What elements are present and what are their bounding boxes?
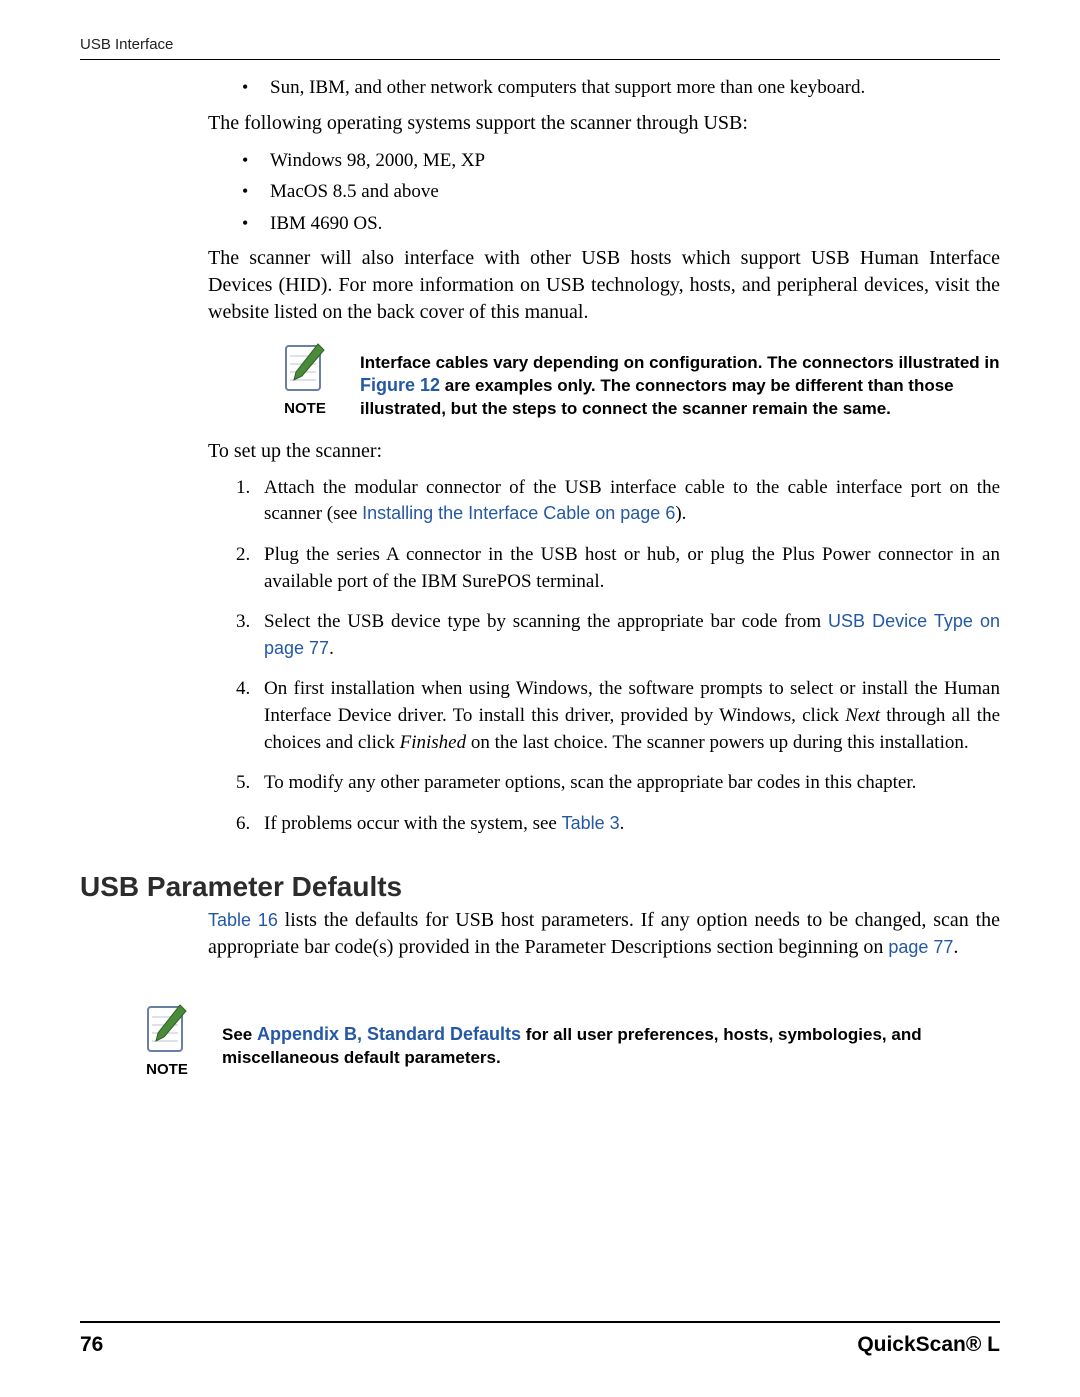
hid-paragraph: The scanner will also interface with oth… [208, 245, 1000, 326]
step-text: . [620, 813, 625, 834]
step-item: If problems occur with the system, see T… [236, 811, 1000, 838]
figure-12-link[interactable]: Figure 12 [360, 375, 440, 395]
section-heading-usb-defaults: USB Parameter Defaults [80, 871, 1000, 903]
step-text: ). [675, 503, 686, 524]
list-item: MacOS 8.5 and above [242, 178, 1000, 206]
note-icon-wrap: NOTE [130, 1001, 204, 1078]
page-footer: 76 QuickScan® L [80, 1321, 1000, 1357]
list-item: Sun, IBM, and other network computers th… [242, 74, 1000, 102]
note-label: NOTE [268, 400, 342, 417]
paragraph-text: lists the defaults for USB host paramete… [208, 909, 1000, 958]
note-block: NOTE See Appendix B, Standard Defaults f… [130, 1001, 1000, 1078]
note-block: NOTE Interface cables vary depending on … [268, 340, 1000, 420]
notepad-icon [280, 340, 330, 396]
list-item: IBM 4690 OS. [242, 210, 1000, 238]
running-header: USB Interface [80, 36, 1000, 60]
list-item: Windows 98, 2000, ME, XP [242, 147, 1000, 175]
setup-steps: Attach the modular connector of the USB … [208, 475, 1000, 838]
page-number: 76 [80, 1333, 103, 1357]
step-item: Plug the series A connector in the USB h… [236, 542, 1000, 595]
body-column: Table 16 lists the defaults for USB host… [208, 907, 1000, 961]
note-icon-wrap: NOTE [268, 340, 342, 417]
os-intro-text: The following operating systems support … [208, 110, 1000, 137]
defaults-paragraph: Table 16 lists the defaults for USB host… [208, 907, 1000, 961]
os-bullet-list: Windows 98, 2000, ME, XP MacOS 8.5 and a… [208, 147, 1000, 238]
paragraph-text: . [953, 936, 958, 958]
note-text-pre: See [222, 1025, 257, 1044]
appendix-b-link[interactable]: Appendix B, Standard Defaults [257, 1024, 521, 1044]
note-text-pre: Interface cables vary depending on confi… [360, 353, 1000, 372]
step-item: Select the USB device type by scanning t… [236, 609, 1000, 662]
page: USB Interface Sun, IBM, and other networ… [0, 0, 1080, 1397]
installing-cable-link[interactable]: Installing the Interface Cable on page 6 [362, 503, 675, 523]
page-77-link[interactable]: page 77 [888, 937, 953, 957]
body-column: Sun, IBM, and other network computers th… [208, 74, 1000, 837]
table-16-link[interactable]: Table 16 [208, 910, 278, 930]
step-item: To modify any other parameter options, s… [236, 770, 1000, 797]
setup-intro: To set up the scanner: [208, 438, 1000, 465]
note-text: Interface cables vary depending on confi… [360, 340, 1000, 420]
note-text-post: are examples only. The connectors may be… [360, 376, 954, 417]
italic-next: Next [845, 705, 880, 726]
step-text: on the last choice. The scanner powers u… [466, 732, 969, 753]
note-text: See Appendix B, Standard Defaults for al… [222, 1001, 1000, 1068]
intro-bullet-list: Sun, IBM, and other network computers th… [208, 74, 1000, 102]
step-item: Attach the modular connector of the USB … [236, 475, 1000, 528]
document-title: QuickScan® L [857, 1333, 1000, 1357]
step-text: If problems occur with the system, see [264, 813, 562, 834]
notepad-icon [142, 1001, 192, 1057]
table-3-link[interactable]: Table 3 [562, 813, 620, 833]
step-text: . [329, 638, 334, 659]
note-label: NOTE [130, 1061, 204, 1078]
italic-finished: Finished [400, 732, 467, 753]
step-item: On first installation when using Windows… [236, 676, 1000, 756]
step-text: Select the USB device type by scanning t… [264, 611, 828, 632]
